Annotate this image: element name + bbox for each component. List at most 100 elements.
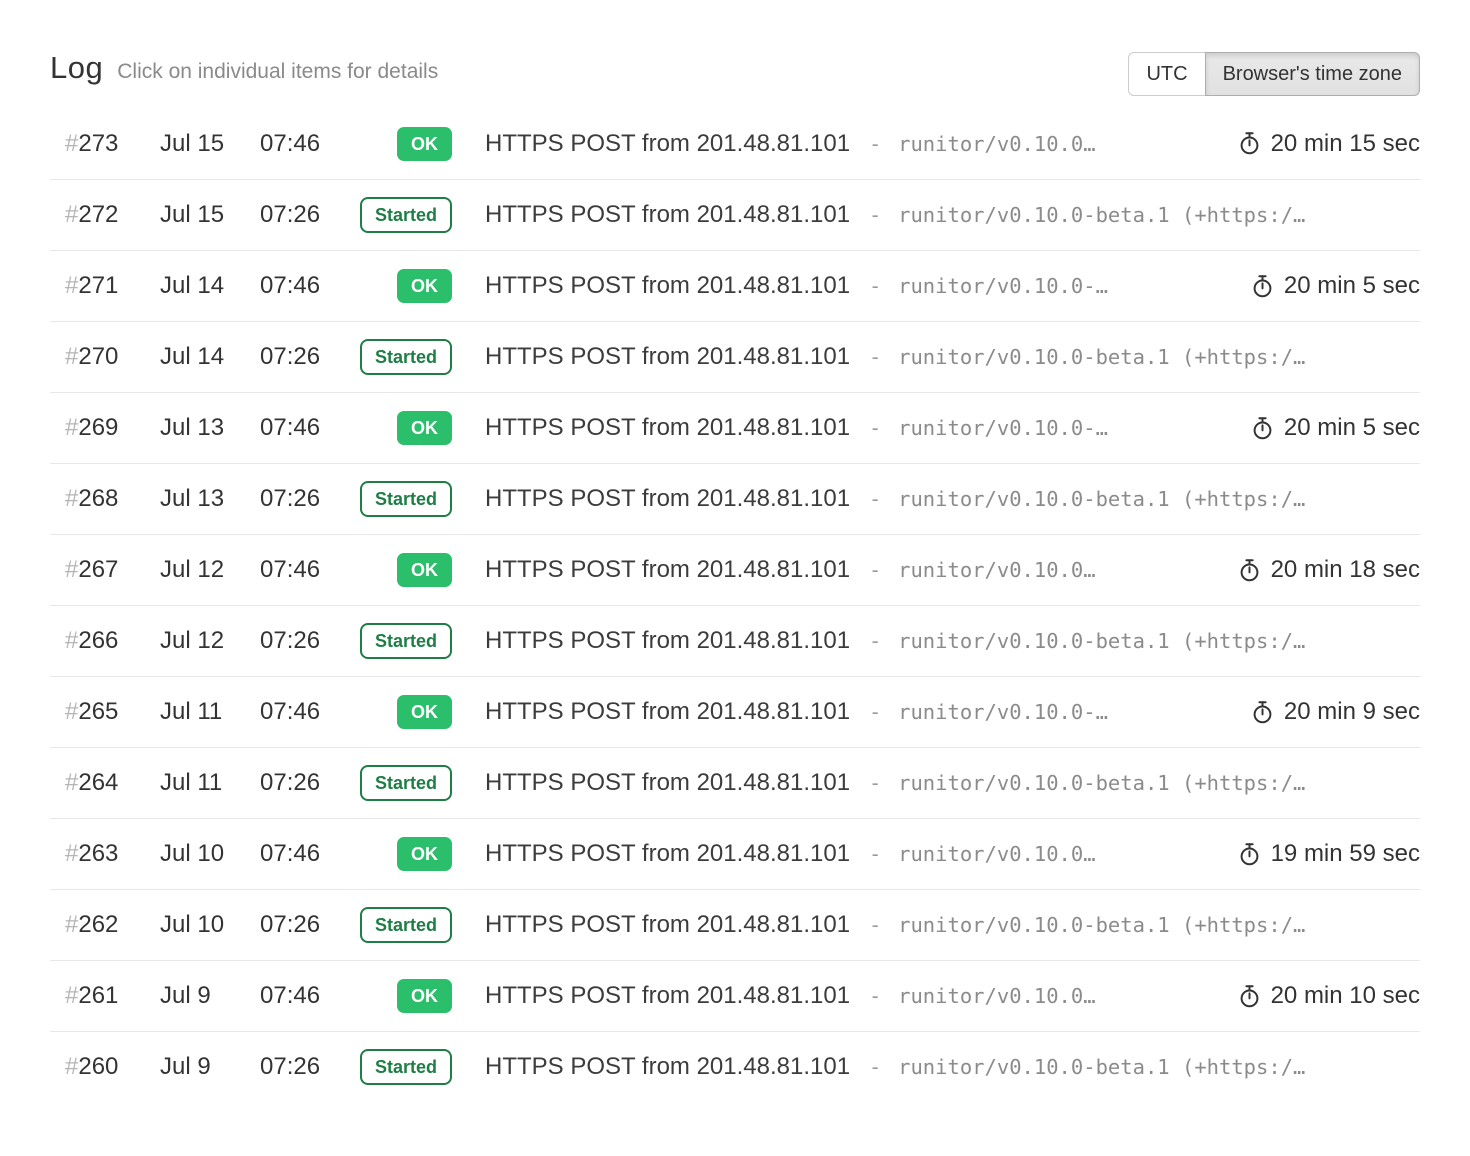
log-table: #273 Jul 15 07:46 OK HTTPS POST from 201… bbox=[50, 108, 1420, 1102]
row-description: HTTPS POST from 201.48.81.101 - runitor/… bbox=[485, 556, 1209, 584]
log-row[interactable]: #273 Jul 15 07:46 OK HTTPS POST from 201… bbox=[50, 108, 1420, 179]
status-badge: OK bbox=[397, 411, 452, 445]
agent-text: runitor/v0.10.0… bbox=[898, 984, 1095, 1008]
row-time: 07:26 bbox=[260, 627, 360, 655]
row-time: 07:26 bbox=[260, 769, 360, 797]
row-time: 07:26 bbox=[260, 1053, 360, 1081]
separator-dash: - bbox=[869, 132, 881, 156]
row-date: Jul 9 bbox=[160, 982, 260, 1010]
log-row[interactable]: #267 Jul 12 07:46 OK HTTPS POST from 201… bbox=[50, 534, 1420, 605]
status-badge-cell: Started bbox=[360, 623, 452, 659]
status-badge-cell: Started bbox=[360, 197, 452, 233]
separator-dash: - bbox=[869, 1055, 881, 1079]
page-subtitle: Click on individual items for details bbox=[117, 60, 438, 84]
status-badge: Started bbox=[360, 339, 452, 375]
event-text: HTTPS POST from 201.48.81.101 bbox=[485, 343, 850, 371]
row-description: HTTPS POST from 201.48.81.101 - runitor/… bbox=[485, 982, 1209, 1010]
row-number-value: 268 bbox=[78, 485, 118, 512]
log-row[interactable]: #264 Jul 11 07:26 Started HTTPS POST fro… bbox=[50, 747, 1420, 818]
status-badge: Started bbox=[360, 197, 452, 233]
row-number-value: 271 bbox=[78, 272, 118, 299]
page-title: Log bbox=[50, 50, 103, 86]
row-duration: 19 min 59 sec bbox=[1237, 840, 1420, 868]
status-badge: OK bbox=[397, 269, 452, 303]
row-number: #270 bbox=[50, 343, 160, 371]
status-badge-cell: Started bbox=[360, 1049, 452, 1085]
log-row[interactable]: #270 Jul 14 07:26 Started HTTPS POST fro… bbox=[50, 321, 1420, 392]
event-text: HTTPS POST from 201.48.81.101 bbox=[485, 698, 850, 726]
row-date: Jul 15 bbox=[160, 201, 260, 229]
duration-text: 20 min 5 sec bbox=[1284, 272, 1420, 300]
agent-text: runitor/v0.10.0-beta.1 (+https:/… bbox=[898, 203, 1305, 227]
log-row[interactable]: #265 Jul 11 07:46 OK HTTPS POST from 201… bbox=[50, 676, 1420, 747]
row-description: HTTPS POST from 201.48.81.101 - runitor/… bbox=[485, 343, 1420, 371]
log-row[interactable]: #268 Jul 13 07:26 Started HTTPS POST fro… bbox=[50, 463, 1420, 534]
duration-text: 20 min 5 sec bbox=[1284, 414, 1420, 442]
row-number-value: 261 bbox=[78, 982, 118, 1009]
browser-timezone-button[interactable]: Browser's time zone bbox=[1205, 52, 1420, 96]
log-row[interactable]: #262 Jul 10 07:26 Started HTTPS POST fro… bbox=[50, 889, 1420, 960]
log-row[interactable]: #271 Jul 14 07:46 OK HTTPS POST from 201… bbox=[50, 250, 1420, 321]
stopwatch-icon bbox=[1237, 558, 1262, 583]
agent-text: runitor/v0.10.0-beta.1 (+https:/… bbox=[898, 629, 1305, 653]
status-badge-cell: OK bbox=[360, 837, 452, 871]
row-number-value: 265 bbox=[78, 698, 118, 725]
status-badge: Started bbox=[360, 765, 452, 801]
row-time: 07:26 bbox=[260, 201, 360, 229]
status-badge-cell: OK bbox=[360, 979, 452, 1013]
row-time: 07:46 bbox=[260, 556, 360, 584]
status-badge: OK bbox=[397, 695, 452, 729]
status-badge: Started bbox=[360, 481, 452, 517]
hash-prefix: # bbox=[65, 556, 78, 583]
event-text: HTTPS POST from 201.48.81.101 bbox=[485, 911, 850, 939]
separator-dash: - bbox=[869, 203, 881, 227]
hash-prefix: # bbox=[65, 698, 78, 725]
row-duration: 20 min 9 sec bbox=[1250, 698, 1420, 726]
row-date: Jul 11 bbox=[160, 769, 260, 797]
utc-button[interactable]: UTC bbox=[1128, 52, 1205, 96]
row-duration: 20 min 5 sec bbox=[1250, 272, 1420, 300]
row-number: #266 bbox=[50, 627, 160, 655]
row-date: Jul 13 bbox=[160, 485, 260, 513]
log-row[interactable]: #266 Jul 12 07:26 Started HTTPS POST fro… bbox=[50, 605, 1420, 676]
row-number: #271 bbox=[50, 272, 160, 300]
row-number: #260 bbox=[50, 1053, 160, 1081]
row-description: HTTPS POST from 201.48.81.101 - runitor/… bbox=[485, 1053, 1420, 1081]
row-number: #261 bbox=[50, 982, 160, 1010]
row-number-value: 263 bbox=[78, 840, 118, 867]
event-text: HTTPS POST from 201.48.81.101 bbox=[485, 982, 850, 1010]
row-date: Jul 11 bbox=[160, 698, 260, 726]
row-time: 07:26 bbox=[260, 485, 360, 513]
row-description: HTTPS POST from 201.48.81.101 - runitor/… bbox=[485, 485, 1420, 513]
hash-prefix: # bbox=[65, 840, 78, 867]
duration-text: 20 min 9 sec bbox=[1284, 698, 1420, 726]
hash-prefix: # bbox=[65, 130, 78, 157]
event-text: HTTPS POST from 201.48.81.101 bbox=[485, 272, 850, 300]
stopwatch-icon bbox=[1250, 274, 1275, 299]
log-row[interactable]: #260 Jul 9 07:26 Started HTTPS POST from… bbox=[50, 1031, 1420, 1102]
row-number-value: 264 bbox=[78, 769, 118, 796]
row-duration: 20 min 10 sec bbox=[1237, 982, 1420, 1010]
row-description: HTTPS POST from 201.48.81.101 - runitor/… bbox=[485, 272, 1222, 300]
status-badge-cell: Started bbox=[360, 765, 452, 801]
status-badge: Started bbox=[360, 907, 452, 943]
row-number: #264 bbox=[50, 769, 160, 797]
hash-prefix: # bbox=[65, 343, 78, 370]
log-row[interactable]: #263 Jul 10 07:46 OK HTTPS POST from 201… bbox=[50, 818, 1420, 889]
row-time: 07:46 bbox=[260, 698, 360, 726]
row-description: HTTPS POST from 201.48.81.101 - runitor/… bbox=[485, 698, 1222, 726]
row-number-value: 267 bbox=[78, 556, 118, 583]
log-row[interactable]: #272 Jul 15 07:26 Started HTTPS POST fro… bbox=[50, 179, 1420, 250]
status-badge-cell: OK bbox=[360, 411, 452, 445]
hash-prefix: # bbox=[65, 627, 78, 654]
separator-dash: - bbox=[869, 629, 881, 653]
stopwatch-icon bbox=[1237, 131, 1262, 156]
row-number-value: 260 bbox=[78, 1053, 118, 1080]
log-row[interactable]: #261 Jul 9 07:46 OK HTTPS POST from 201.… bbox=[50, 960, 1420, 1031]
log-row[interactable]: #269 Jul 13 07:46 OK HTTPS POST from 201… bbox=[50, 392, 1420, 463]
event-text: HTTPS POST from 201.48.81.101 bbox=[485, 840, 850, 868]
agent-text: runitor/v0.10.0-… bbox=[898, 416, 1108, 440]
separator-dash: - bbox=[869, 558, 881, 582]
status-badge-cell: Started bbox=[360, 481, 452, 517]
duration-text: 19 min 59 sec bbox=[1271, 840, 1420, 868]
